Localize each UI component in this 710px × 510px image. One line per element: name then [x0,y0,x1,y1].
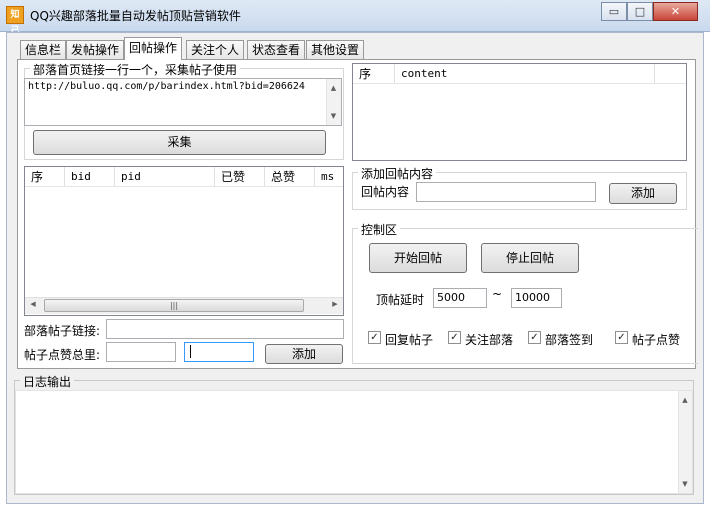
like-post-label[interactable]: 帖子点赞 [632,331,680,348]
app-icon: 知己 [6,6,24,36]
column-header[interactable] [655,64,686,84]
tab-info[interactable]: 信息栏 [20,40,67,59]
post-link-label: 部落帖子链接: [24,324,101,338]
log-scrollbar[interactable] [678,391,692,493]
reply-post-checkbox[interactable]: ✓ [368,331,381,344]
reply-content-input[interactable] [416,182,596,202]
add-like-button[interactable]: 添加 [265,344,343,364]
tab-settings[interactable]: 其他设置 [306,40,365,59]
collect-button[interactable]: 采集 [33,130,326,155]
close-button[interactable]: ✕ [653,2,698,21]
scroll-left-icon[interactable]: ◀ [28,300,38,308]
scroll-right-icon[interactable]: ▶ [330,300,340,308]
scroll-down-icon[interactable]: ▼ [328,112,339,120]
tab-reply[interactable]: 回帖操作 [124,37,183,60]
url-textarea[interactable]: http://buluo.qq.com/p/barindex.html?bid=… [24,78,342,126]
content-grid[interactable]: 序 content [352,63,687,161]
column-header[interactable]: 总赞 [265,167,315,187]
tab-post[interactable]: 发帖操作 [66,40,125,59]
maximize-button[interactable]: □ [627,2,653,21]
tab-status[interactable]: 状态查看 [247,40,306,59]
window-title: QQ兴趣部落批量自动发帖顶贴营销软件 [30,9,241,23]
scroll-up-icon[interactable]: ▲ [328,84,339,92]
like-post-checkbox[interactable]: ✓ [615,331,628,344]
delay-separator: ~ [492,287,503,301]
column-header[interactable]: bid [65,167,115,187]
extra-input[interactable] [184,342,254,362]
column-header[interactable]: content [395,64,655,84]
column-header[interactable]: ms [315,167,343,187]
add-reply-button[interactable]: 添加 [609,183,677,204]
start-reply-button[interactable]: 开始回帖 [369,243,467,273]
follow-tribe-checkbox[interactable]: ✓ [448,331,461,344]
stop-reply-button[interactable]: 停止回帖 [481,243,579,273]
total-likes-input[interactable] [106,342,176,362]
link-group-legend: 部落首页链接一行一个，采集帖子使用 [30,61,241,78]
reply-content-label: 回帖内容 [361,185,410,199]
column-header[interactable]: 已赞 [215,167,265,187]
posts-grid[interactable]: 序 bid pid 已赞 总赞 ms [24,166,344,316]
reply-post-label[interactable]: 回复帖子 [385,331,433,348]
post-link-input[interactable] [106,319,344,339]
tribe-checkin-checkbox[interactable]: ✓ [528,331,541,344]
url-text: http://buluo.qq.com/p/barindex.html?bid=… [28,81,305,92]
delay-label: 顶帖延时 [376,293,425,307]
column-header[interactable]: pid [115,167,215,187]
control-group-legend: 控制区 [358,221,401,238]
log-textarea[interactable] [15,390,693,494]
scroll-down-icon[interactable]: ▼ [680,480,690,488]
log-group-legend: 日志输出 [20,373,75,390]
posts-hscroll-thumb[interactable]: ||| [44,299,304,312]
delay-max-input[interactable]: 10000 [511,288,562,308]
scroll-up-icon[interactable]: ▲ [680,396,690,404]
minimize-button[interactable]: ▭ [601,2,627,21]
total-likes-label: 帖子点赞总里: [24,348,101,362]
text-cursor [190,345,191,358]
column-header[interactable]: 序 [353,64,395,84]
reply-group-legend: 添加回帖内容 [358,165,437,182]
tribe-checkin-label[interactable]: 部落签到 [545,331,593,348]
follow-tribe-label[interactable]: 关注部落 [465,331,513,348]
tab-follow[interactable]: 关注个人 [186,40,245,59]
delay-min-input[interactable]: 5000 [433,288,487,308]
column-header[interactable]: 序 [25,167,65,187]
